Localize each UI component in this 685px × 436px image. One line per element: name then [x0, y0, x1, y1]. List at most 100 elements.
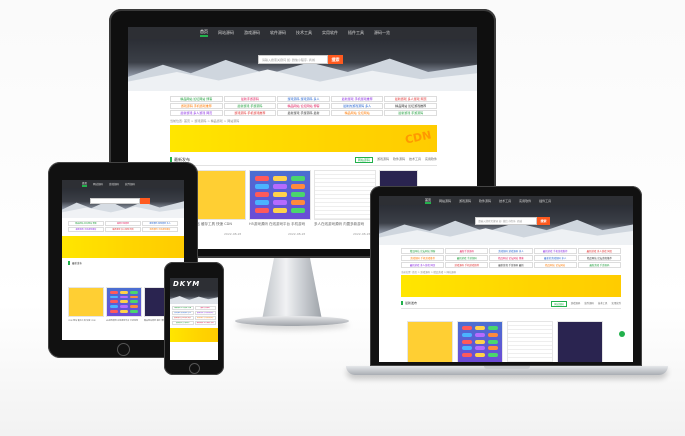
- nav-item-game-source[interactable]: 游戏源码: [459, 199, 471, 203]
- tab-apps[interactable]: 实用软件: [425, 157, 437, 163]
- phone-home-button[interactable]: [189, 363, 200, 374]
- link-item[interactable]: 最新手游源码: [445, 248, 489, 254]
- nav-item-site-source[interactable]: 网站源码: [218, 30, 234, 36]
- link-item[interactable]: 精品网站 论坛网站 博客: [170, 96, 223, 102]
- link-item[interactable]: 游戏源码 游戏源码 多人: [277, 96, 330, 102]
- tab-software-source[interactable]: 软件源码: [584, 301, 594, 307]
- tab-tech-tools[interactable]: 技术工具: [409, 157, 421, 163]
- tab-software-source[interactable]: 软件源码: [393, 157, 405, 163]
- link-item[interactable]: 最新游戏 多人游戏 网页: [170, 110, 223, 116]
- link-item[interactable]: 游戏源码 手机游戏推荐: [194, 316, 216, 320]
- link-item[interactable]: 最新的游戏源码 多人: [533, 255, 577, 261]
- link-item[interactable]: 精品网站 论坛游戏推荐: [384, 103, 437, 109]
- card-thumbnail[interactable]: [407, 321, 453, 362]
- nav-item-game-source[interactable]: 游戏源码: [244, 30, 260, 36]
- nav-item-home[interactable]: 首页: [82, 181, 88, 187]
- next-arrow-icon[interactable]: [619, 331, 625, 337]
- card-title[interactable]: 多人在线游戏源码 内置多款游戏: [314, 222, 374, 227]
- link-item[interactable]: 最新游戏 多人游戏 网页: [401, 262, 445, 268]
- link-item[interactable]: 最新游戏 手游源码 最新: [489, 262, 533, 268]
- card-thumbnail[interactable]: [507, 321, 553, 362]
- tablet-home-button[interactable]: [117, 343, 130, 356]
- tab-apps[interactable]: 实用软件: [611, 301, 621, 307]
- card-thumbnail[interactable]: [314, 170, 376, 220]
- link-item[interactable]: 最新游戏 手游源码 最新: [277, 110, 330, 116]
- search-input[interactable]: 请输入搜索关键词 如: 微信小程序, 商城: [258, 55, 328, 64]
- nav-item-plugins[interactable]: 插件工具: [348, 30, 364, 36]
- link-item[interactable]: 最新的游戏源码 多人: [330, 103, 384, 109]
- tab-tech-tools[interactable]: 技术工具: [598, 301, 608, 307]
- link-item[interactable]: 游戏源码 手机游戏推荐: [401, 255, 445, 261]
- link-item[interactable]: 最新游戏 手游源码: [445, 255, 489, 261]
- tab-site-source[interactable]: 网站源码: [354, 157, 373, 163]
- nav-item-software-source[interactable]: 软件源码: [270, 30, 286, 36]
- tab-game-source[interactable]: 游戏源码: [377, 157, 389, 163]
- link-item[interactable]: 最新游戏 多人游戏 网页: [172, 316, 194, 320]
- ad-banner[interactable]: [401, 275, 621, 297]
- link-item[interactable]: 游戏源码 手机游戏推荐: [170, 103, 223, 109]
- link-item[interactable]: 精品网站 论坛网站 博客: [194, 321, 216, 325]
- link-item[interactable]: 最新游戏 手机游戏推荐: [68, 227, 104, 232]
- link-item[interactable]: 游戏源码 游戏源码 多人: [489, 248, 533, 254]
- phone-logo[interactable]: DKYM: [170, 278, 218, 290]
- link-item[interactable]: 游戏源码 手机游戏推荐: [142, 227, 178, 232]
- card-title[interactable]: CDN 网站 缓存工具 快速 CDN: [68, 319, 102, 322]
- card-thumbnail[interactable]: [68, 287, 104, 317]
- nav-item-home[interactable]: 首页: [200, 29, 208, 37]
- link-item[interactable]: 最新手游源码: [105, 221, 141, 226]
- nav-item-apps[interactable]: 实用软件: [519, 199, 531, 203]
- nav-item-site-source[interactable]: 网站源码: [93, 182, 103, 186]
- link-item[interactable]: 最新游戏 手游源码: [384, 110, 437, 116]
- card-title[interactable]: H5游戏源码 在线游戏平台 手机游戏: [249, 222, 309, 227]
- nav-item-tech-tools[interactable]: 技术工具: [296, 30, 312, 36]
- search-button[interactable]: 搜索: [537, 217, 550, 225]
- link-item[interactable]: 最新游戏 手机游戏推荐: [194, 311, 216, 315]
- link-item[interactable]: 最新游戏 多人游戏 网页: [577, 248, 621, 254]
- nav-item-apps[interactable]: 实用软件: [322, 30, 338, 36]
- link-item[interactable]: 游戏源码 游戏源码 多人: [172, 311, 194, 315]
- link-item[interactable]: 最新游戏 手机游戏推荐: [330, 96, 384, 102]
- card-thumbnail[interactable]: [557, 321, 603, 362]
- link-item[interactable]: 游戏源码 游戏源码 多人: [142, 221, 178, 226]
- link-item[interactable]: 精品网站 论坛网站 博客: [277, 103, 330, 109]
- link-item[interactable]: 精品网站 论坛网站: [330, 110, 384, 116]
- tab-game-source[interactable]: 游戏源码: [571, 301, 581, 307]
- nav-item-site-source[interactable]: 网站源码: [439, 199, 451, 203]
- nav-item-plugins[interactable]: 插件工具: [539, 199, 551, 203]
- link-item[interactable]: 精品网站 论坛网站 博客: [68, 221, 104, 226]
- link-item[interactable]: 最新游戏 多人游戏 网页: [384, 96, 437, 102]
- nav-item-all-source[interactable]: 源码一览: [374, 30, 390, 36]
- link-item[interactable]: 最新手游源码: [194, 306, 216, 310]
- card-title[interactable]: H5游戏源码 在线游戏平台 手机游戏: [106, 319, 140, 322]
- nav-item-software-source[interactable]: 软件源码: [479, 199, 491, 203]
- nav-item-software-source[interactable]: 软件源码: [125, 182, 135, 186]
- link-item[interactable]: 精品网站 论坛网站 博客: [489, 255, 533, 261]
- link-item[interactable]: 游戏源码 手机游戏推荐: [223, 110, 277, 116]
- ad-banner[interactable]: [170, 328, 218, 342]
- search-input[interactable]: [90, 198, 140, 204]
- card-thumbnail[interactable]: [249, 170, 311, 220]
- breadcrumb: 当前位置: 首页 > 游戏源码 > 精品游戏 > 网站源码: [401, 271, 457, 274]
- card-thumbnail[interactable]: [106, 287, 142, 317]
- ad-banner[interactable]: [62, 236, 184, 258]
- link-item[interactable]: 最新游戏 手游源码: [172, 321, 194, 325]
- link-item[interactable]: 最新游戏 多人游戏 网页: [105, 227, 141, 232]
- search-button[interactable]: [140, 198, 150, 204]
- link-item[interactable]: 精品网站 论坛网站 博客: [401, 248, 445, 254]
- search-button[interactable]: 搜索: [328, 55, 343, 64]
- ad-banner[interactable]: CDN: [170, 125, 437, 152]
- nav-item-home[interactable]: 首页: [425, 198, 432, 204]
- nav-item-game-source[interactable]: 游戏源码: [109, 182, 119, 186]
- link-item[interactable]: 精品网站 论坛网站 博客: [172, 306, 194, 310]
- link-item[interactable]: 精品网站 论坛游戏推荐: [577, 255, 621, 261]
- search-input[interactable]: 请输入搜索关键词 如: 微信小程序, 商城: [475, 217, 537, 225]
- link-item[interactable]: 最新游戏 手机游戏推荐: [533, 248, 577, 254]
- card-thumbnail[interactable]: [457, 321, 503, 362]
- link-item[interactable]: 最新游戏 手游源码: [223, 103, 277, 109]
- link-item[interactable]: 最新手游源码: [223, 96, 277, 102]
- link-item[interactable]: 精品网站 论坛网站: [533, 262, 577, 268]
- link-item[interactable]: 最新游戏 手游源码: [577, 262, 621, 268]
- nav-item-tech-tools[interactable]: 技术工具: [499, 199, 511, 203]
- link-item[interactable]: 游戏源码 手机游戏推荐: [445, 262, 489, 268]
- tab-site-source[interactable]: 网站源码: [551, 301, 567, 307]
